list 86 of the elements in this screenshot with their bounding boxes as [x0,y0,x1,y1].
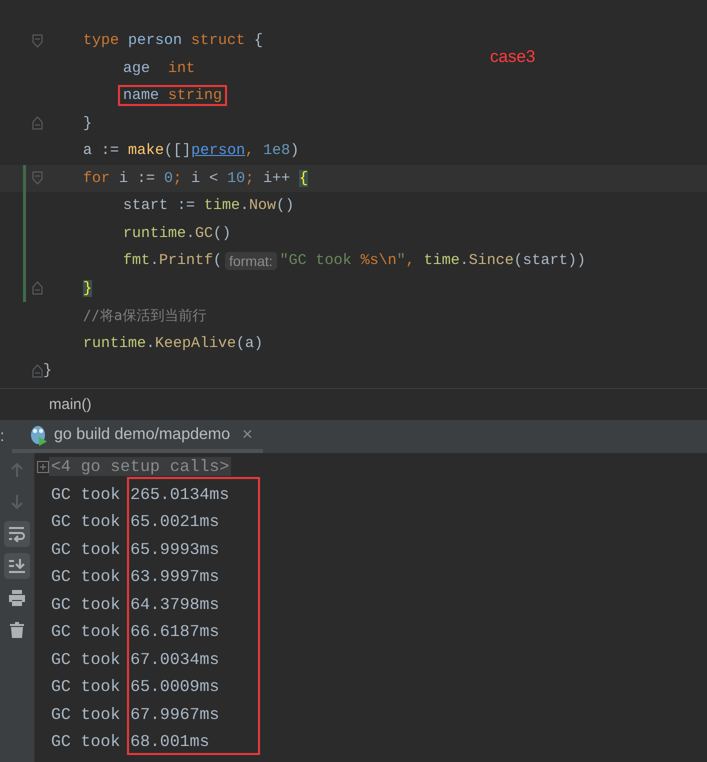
code-text: := [100,142,120,160]
builtin-name: make [128,142,164,160]
scroll-to-end-icon [8,558,26,574]
matched-brace: { [299,170,308,187]
code-text: } [43,362,52,380]
down-arrow-icon [10,494,24,510]
code-text: ([] [164,142,192,160]
console-line: GC took 265.0134ms [50,484,230,504]
code-text: a [83,142,92,160]
package-name: runtime [83,334,146,352]
code-text: { [254,32,264,50]
keyword-token: for [83,170,110,187]
fold-icon[interactable] [32,34,43,48]
parameter-hint: format: [225,252,277,270]
up-arrow-icon [10,462,24,478]
type-link[interactable]: person [191,142,246,160]
printer-icon [8,590,26,606]
format-verb: %s\n [360,252,397,270]
function-name: Now [249,197,276,214]
toolbar-button[interactable] [4,521,30,547]
number-literal: 1e8 [263,142,290,160]
keyword-token: ; [173,170,182,187]
fold-icon[interactable] [32,171,43,186]
field-name: name [123,87,160,104]
toolbar-button[interactable] [4,553,30,579]
fold-icon[interactable] [32,364,43,378]
trash-icon [10,622,24,638]
panel-edge-text: : [0,426,6,446]
string-literal: "GC took [280,252,353,270]
code-text: . [460,252,469,270]
fold-icon[interactable] [32,116,43,130]
code-text: . [150,252,160,270]
keyword-token: string [168,87,222,104]
console-line: GC took 65.9993ms [50,540,220,559]
package-name: time [424,252,460,270]
code-text: () [276,197,294,214]
code-text: i < [190,170,220,187]
code-text: . [186,224,196,242]
fold-icon[interactable] [32,281,43,296]
keyword-token: type [83,32,120,50]
code-text: start := [123,197,196,214]
console-line: GC took 67.0034ms [50,650,220,669]
console-line: GC took 68.001ms [50,732,210,752]
console-line: GC took 63.9997ms [50,567,220,586]
expand-icon[interactable] [37,460,49,473]
code-text: () [213,224,232,242]
field-name: age [123,60,152,77]
keyword-token: struct [191,32,246,50]
code-text: ) [290,142,300,160]
code-text: (a) [236,334,264,352]
function-name: Printf [159,252,214,270]
code-text: ( [213,252,222,270]
console-line: GC took 64.3798ms [50,594,220,614]
string-literal: " [396,252,406,270]
console-line: GC took 67.9967ms [50,704,220,724]
matched-brace: } [83,280,92,297]
soft-wrap-icon [8,526,26,542]
package-name: time [204,197,240,214]
code-text: (start)) [514,252,586,270]
run-tab[interactable]: go build demo/mapdemo × [12,420,263,453]
number-literal: 10 [227,170,246,187]
gopher-icon [30,424,48,446]
code-text: i++ [262,170,292,187]
keyword-token: int [168,60,196,77]
close-icon[interactable]: × [242,424,253,445]
code-comment: //将a保活到当前行 [83,306,206,325]
annotation-label: case3 [490,47,536,67]
keyword-token: , [406,252,416,270]
breadcrumb[interactable]: main() [49,396,92,413]
package-name: fmt [123,252,150,270]
function-name: KeepAlive [155,334,236,352]
package-name: runtime [123,224,186,242]
keyword-token: ; [245,170,254,187]
code-text: i := [118,170,156,187]
function-name: GC [195,224,214,242]
console-line: GC took 66.6187ms [50,622,220,642]
number-literal: 0 [164,170,174,187]
type-name: person [128,32,184,50]
function-name: Since [468,252,514,270]
keyword-token: , [245,142,256,160]
code-text: } [83,114,92,132]
folded-lines[interactable]: <4 go setup calls> [49,457,232,476]
code-text: . [240,197,250,214]
code-text: . [146,334,156,352]
console-line: GC took 65.0021ms [50,512,220,532]
console-line: GC took 65.0009ms [50,677,220,696]
